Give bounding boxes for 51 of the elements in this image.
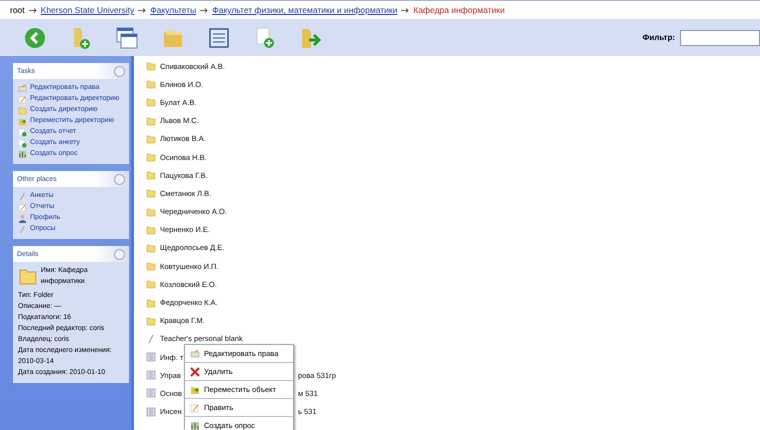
toolbar-button[interactable] — [114, 24, 140, 50]
breadcrumb-item: Кафедра информатики — [413, 5, 505, 15]
page-plus-icon — [18, 138, 27, 148]
folder-icon — [146, 298, 156, 308]
document-icon — [146, 406, 156, 417]
pen-icon — [146, 334, 156, 344]
folder-icon — [146, 152, 156, 162]
chart-icon — [18, 150, 27, 158]
collapse-button[interactable] — [114, 248, 125, 260]
folder-icon — [146, 188, 156, 198]
folder-icon — [146, 316, 156, 326]
folder-icon — [146, 97, 156, 108]
folder-icon — [18, 106, 27, 114]
folder-arrow-icon — [18, 116, 27, 126]
note-icon — [190, 348, 200, 358]
person-icon — [18, 214, 27, 222]
folder-icon — [146, 242, 156, 253]
arrow-icon — [200, 8, 208, 12]
folder-icon — [146, 134, 156, 144]
document-icon — [146, 388, 156, 398]
filter-label: Фильтр: — [642, 33, 675, 42]
folder-icon — [146, 116, 156, 126]
breadcrumb-link[interactable]: Факультеты — [150, 5, 196, 15]
collapse-button[interactable] — [114, 66, 125, 76]
arrow-icon — [138, 8, 146, 12]
folder-arrow-icon — [190, 384, 200, 394]
close-icon — [190, 366, 200, 376]
pen-icon — [18, 192, 27, 200]
folder-icon — [146, 279, 156, 290]
collapse-button[interactable] — [114, 174, 125, 184]
note-icon — [18, 84, 27, 92]
pencil-page-icon — [18, 202, 27, 212]
folder-icon — [146, 79, 156, 90]
page-plus-icon — [18, 128, 27, 136]
arrow-icon — [28, 8, 37, 12]
folder-icon — [146, 206, 156, 217]
document-icon — [146, 352, 156, 362]
filter-field[interactable] — [680, 30, 760, 46]
chart-icon — [190, 420, 200, 430]
folder-icon — [146, 61, 156, 72]
breadcrumb-item: root — [10, 5, 25, 15]
folder-icon — [146, 170, 156, 180]
breadcrumb-link[interactable]: Kherson State University — [40, 5, 134, 15]
pencil-page-icon — [190, 402, 200, 412]
arrow-icon — [401, 8, 410, 12]
breadcrumb-link[interactable]: Факультет физики, математики и информатики — [212, 5, 398, 15]
pen-icon — [18, 224, 27, 234]
pencil-page-icon — [18, 94, 27, 104]
folder-icon — [146, 261, 156, 272]
document-icon — [146, 370, 156, 380]
folder-icon — [146, 224, 156, 235]
